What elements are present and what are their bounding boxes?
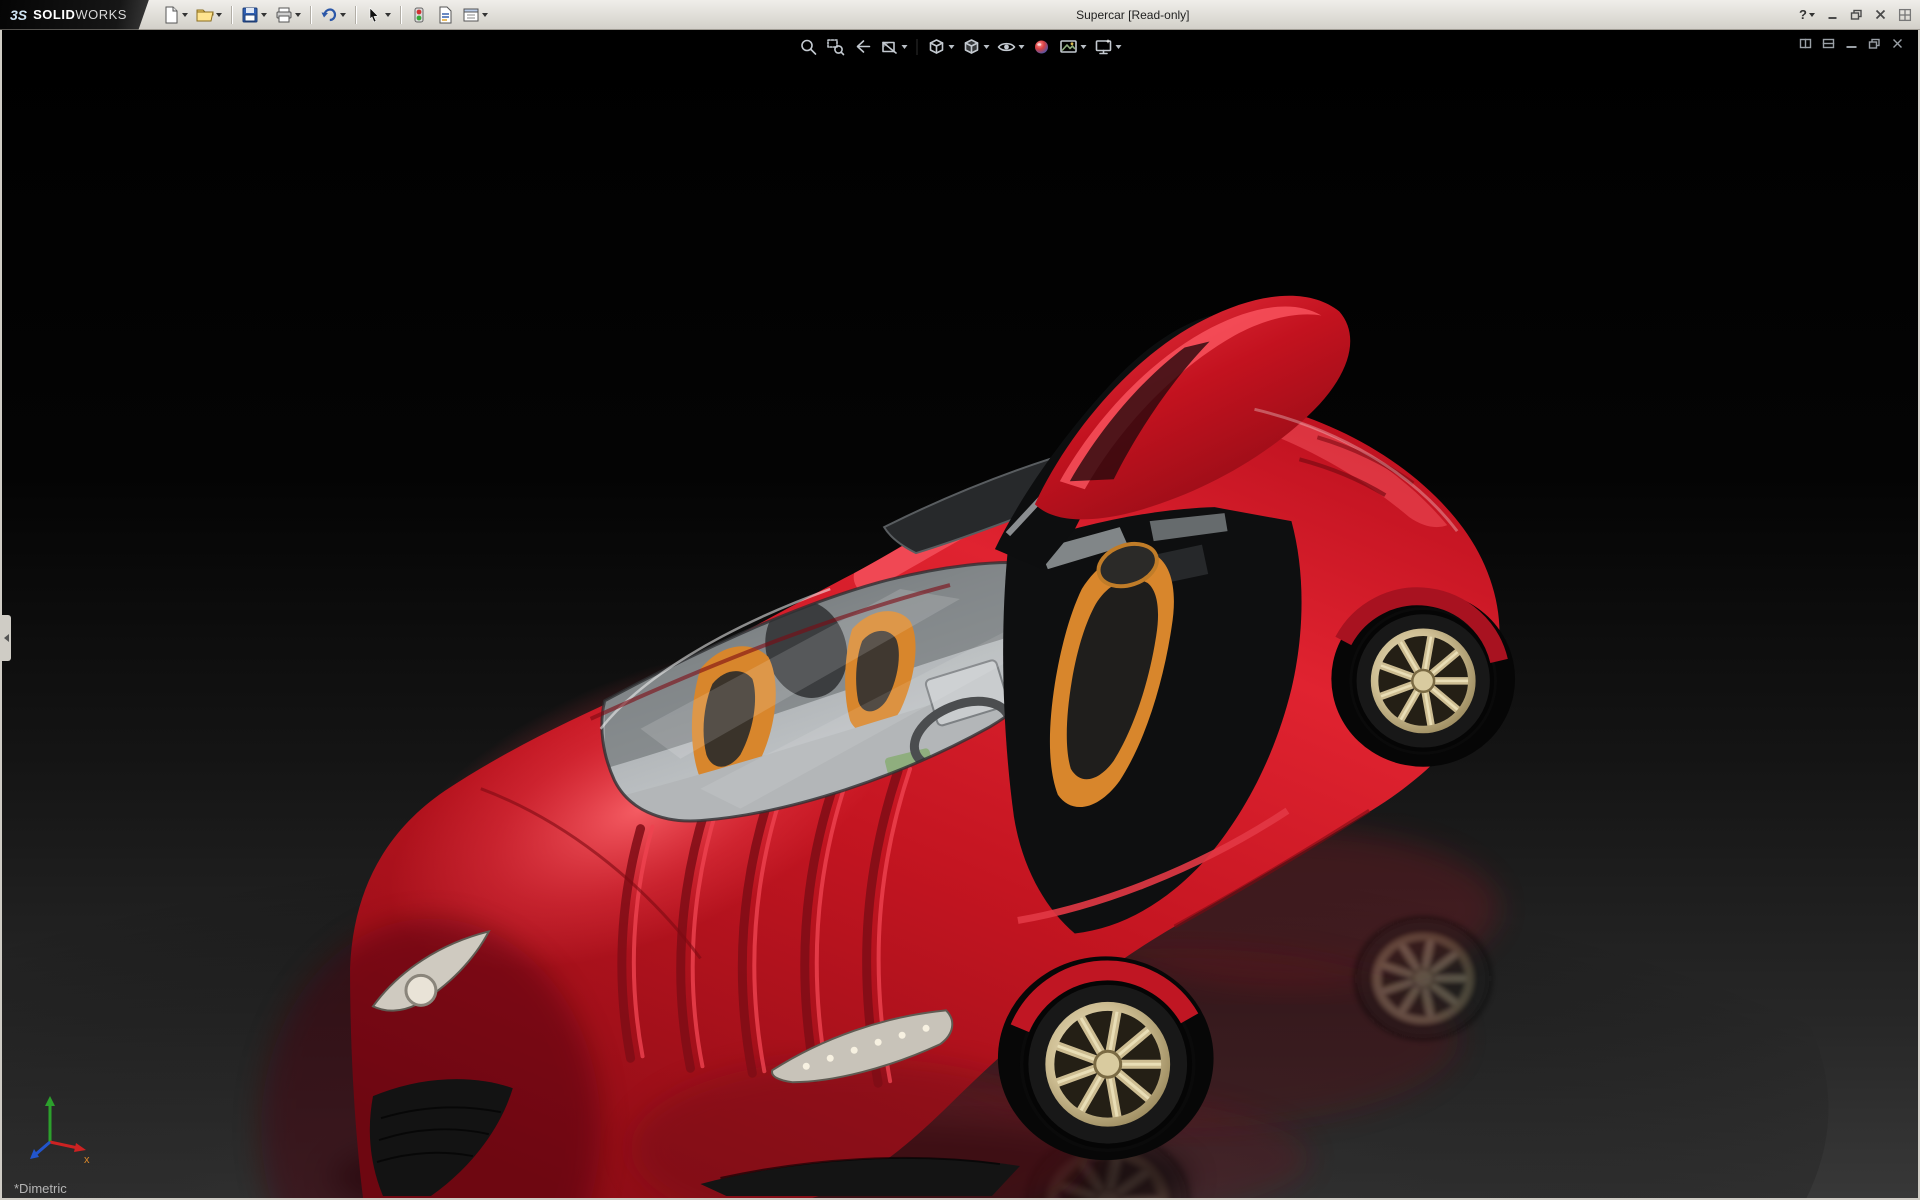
section-view-button[interactable] xyxy=(878,35,910,59)
print-icon xyxy=(275,6,293,24)
new-button[interactable] xyxy=(159,2,191,28)
open-folder-icon xyxy=(196,6,214,24)
restore-icon xyxy=(1868,37,1881,50)
task-pane-toggle-button[interactable] xyxy=(1898,8,1912,22)
print-button[interactable] xyxy=(272,2,304,28)
toolbar-separator xyxy=(355,6,356,24)
dropdown-caret[interactable] xyxy=(340,13,346,17)
view-settings-button[interactable] xyxy=(1092,35,1124,59)
view-settings-icon xyxy=(1094,37,1114,57)
x-axis-label: x xyxy=(84,1154,90,1166)
heads-up-view-toolbar xyxy=(797,35,1124,59)
minimize-icon xyxy=(1826,8,1839,21)
minimize-icon xyxy=(1845,37,1858,50)
zoom-fit-icon xyxy=(799,37,819,57)
solidworks-logo: 3S SOLIDWORKS xyxy=(0,0,149,30)
display-style-icon xyxy=(962,37,982,57)
dropdown-caret[interactable] xyxy=(902,45,908,49)
document-minimize-button[interactable] xyxy=(1845,37,1858,50)
dropdown-caret[interactable] xyxy=(949,45,955,49)
zoom-to-fit-button[interactable] xyxy=(797,35,821,59)
select-button[interactable] xyxy=(362,2,394,28)
apply-scene-button[interactable] xyxy=(1057,35,1089,59)
front-wheel[interactable] xyxy=(998,956,1214,1160)
document-window-controls xyxy=(1799,37,1904,50)
dropdown-caret[interactable] xyxy=(261,13,267,17)
zoom-to-area-button[interactable] xyxy=(824,35,848,59)
close-icon xyxy=(1891,37,1904,50)
view-orientation-label: *Dimetric xyxy=(14,1181,67,1196)
help-icon: ? xyxy=(1799,7,1807,22)
3ds-logo-icon: 3S xyxy=(10,7,27,23)
rebuild-traffic-light-icon xyxy=(410,6,428,24)
eye-icon xyxy=(997,37,1017,57)
dropdown-caret[interactable] xyxy=(182,13,188,17)
edit-appearance-button[interactable] xyxy=(1030,35,1054,59)
appearance-sphere-icon xyxy=(1032,37,1052,57)
section-view-icon xyxy=(880,37,900,57)
pane-split-horizontal-button[interactable] xyxy=(1822,37,1835,50)
solidworks-app-window: 3S SOLIDWORKS xyxy=(0,0,1920,1200)
save-button[interactable] xyxy=(238,2,270,28)
help-button[interactable]: ? xyxy=(1799,7,1815,22)
x-axis xyxy=(50,1142,78,1148)
dropdown-caret[interactable] xyxy=(984,45,990,49)
dropdown-caret[interactable] xyxy=(1019,45,1025,49)
3d-scene[interactable] xyxy=(2,30,1918,1198)
toolbar-separator xyxy=(917,39,918,55)
options-button[interactable] xyxy=(459,2,491,28)
file-properties-button[interactable] xyxy=(433,2,457,28)
open-button[interactable] xyxy=(193,2,225,28)
restore-button[interactable] xyxy=(1850,8,1863,21)
close-icon xyxy=(1874,8,1887,21)
minimize-button[interactable] xyxy=(1826,8,1839,21)
view-c​ube-icon xyxy=(927,37,947,57)
restore-icon xyxy=(1850,8,1863,21)
zoom-area-icon xyxy=(826,37,846,57)
document-title: Supercar [Read-only] xyxy=(1076,8,1189,22)
pane-split-horizontal-icon xyxy=(1822,37,1835,50)
options-icon xyxy=(462,6,480,24)
dropdown-caret[interactable] xyxy=(1081,45,1087,49)
rear-wheel[interactable] xyxy=(1331,591,1515,767)
brand-name: SOLIDWORKS xyxy=(33,7,127,22)
previous-view-button[interactable] xyxy=(851,35,875,59)
main-toolbar xyxy=(159,2,491,28)
view-orientation-button[interactable] xyxy=(925,35,957,59)
toolbar-separator xyxy=(231,6,232,24)
toolbar-separator xyxy=(400,6,401,24)
undo-arrow-icon xyxy=(320,6,338,24)
document-restore-button[interactable] xyxy=(1868,37,1881,50)
new-document-icon xyxy=(162,6,180,24)
scene-backdrop-icon xyxy=(1059,37,1079,57)
dropdown-caret[interactable] xyxy=(1809,13,1815,17)
toolbar-separator xyxy=(310,6,311,24)
undo-button[interactable] xyxy=(317,2,349,28)
hide-show-items-button[interactable] xyxy=(995,35,1027,59)
dropdown-caret[interactable] xyxy=(216,13,222,17)
reference-triad: x xyxy=(22,1086,102,1166)
dropdown-caret[interactable] xyxy=(385,13,391,17)
z-axis xyxy=(36,1142,50,1154)
app-titlebar: 3S SOLIDWORKS xyxy=(0,0,1920,30)
dropdown-caret[interactable] xyxy=(482,13,488,17)
pane-split-vertical-button[interactable] xyxy=(1799,37,1812,50)
task-pane-grid-icon xyxy=(1898,8,1912,22)
display-style-button[interactable] xyxy=(960,35,992,59)
document-close-button[interactable] xyxy=(1891,37,1904,50)
previous-view-icon xyxy=(853,37,873,57)
pane-split-vertical-icon xyxy=(1799,37,1812,50)
save-icon xyxy=(241,6,259,24)
select-cursor-icon xyxy=(365,6,383,24)
graphics-area[interactable]: x *Dimetric xyxy=(0,30,1920,1200)
file-properties-icon xyxy=(436,6,454,24)
dropdown-caret[interactable] xyxy=(1116,45,1122,49)
window-controls: ? xyxy=(1799,7,1920,22)
chevron-left-icon xyxy=(4,634,9,642)
close-button[interactable] xyxy=(1874,8,1887,21)
dropdown-caret[interactable] xyxy=(295,13,301,17)
rebuild-button[interactable] xyxy=(407,2,431,28)
feature-panel-collapse-tab[interactable] xyxy=(2,615,11,661)
